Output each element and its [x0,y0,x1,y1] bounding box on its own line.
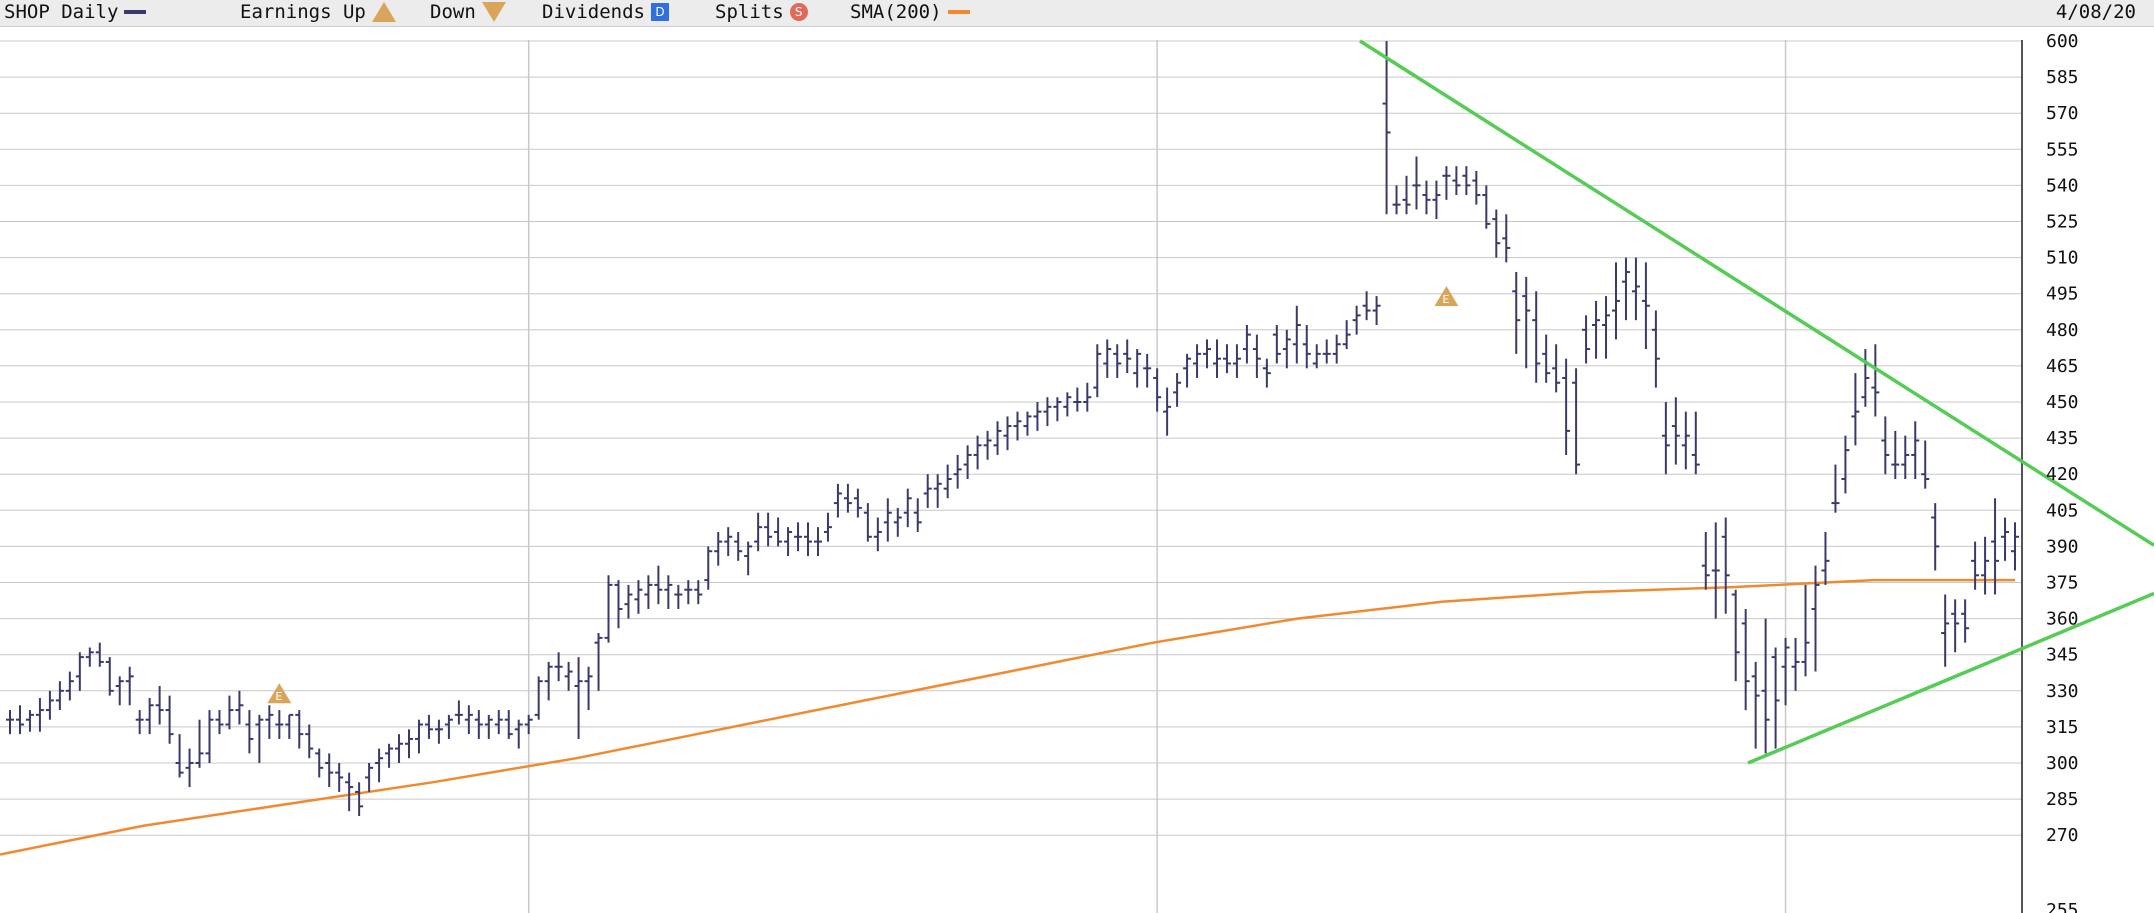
y-tick-label: 525 [2046,212,2079,233]
y-tick-label: 360 [2046,609,2079,630]
y-tick-label: 330 [2046,681,2079,702]
y-tick-label: 390 [2046,536,2079,557]
y-tick-label: 315 [2046,717,2079,738]
y-tick-label: 285 [2046,789,2079,810]
y-tick-label: 480 [2046,320,2079,341]
y-tick-label: 420 [2046,464,2079,485]
y-tick-label: 585 [2046,67,2079,88]
y-tick-label: 555 [2046,139,2079,160]
y-tick-label: 465 [2046,356,2079,377]
y-tick-label: 435 [2046,428,2079,449]
price-chart: E E 600 585 570 555 540 525 510 495 480 465 450 435 4… [0,27,2154,913]
y-tick-label: 600 [2046,31,2079,52]
y-tick-label: 255 [2046,900,2079,913]
y-tick-label: 345 [2046,645,2079,666]
y-tick-label: 300 [2046,753,2079,774]
y-tick-label: 405 [2046,500,2079,521]
y-tick-label: 540 [2046,175,2079,196]
y-tick-label: 495 [2046,284,2079,305]
y-tick-label: 375 [2046,573,2079,594]
y-tick-label: 510 [2046,248,2079,269]
y-tick-label: 270 [2046,825,2079,846]
plot-area [0,27,2022,913]
earnings-marker-glyph: E [1442,293,1449,306]
earnings-marker-glyph: E [275,690,282,703]
y-tick-label: 570 [2046,103,2079,124]
y-tick-label: 450 [2046,392,2079,413]
